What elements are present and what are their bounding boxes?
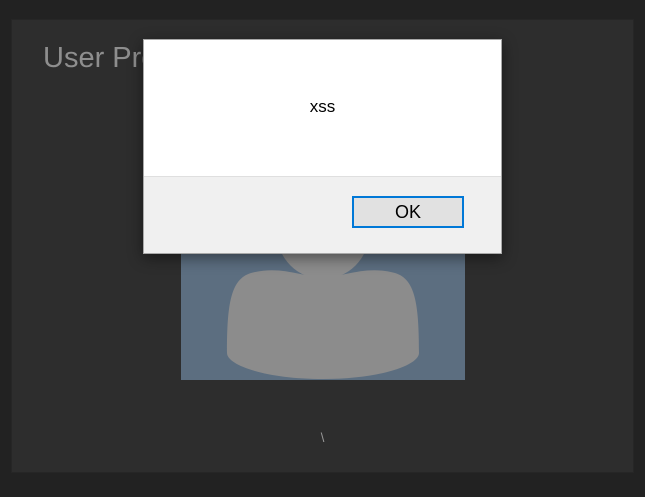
- ok-button[interactable]: OK: [352, 196, 464, 228]
- alert-dialog: xss OK: [143, 39, 502, 254]
- dialog-message: xss: [309, 97, 336, 116]
- page: User Profile \ xss OK: [0, 0, 645, 497]
- dialog-body: xss: [144, 40, 501, 177]
- username-text: \: [320, 430, 325, 445]
